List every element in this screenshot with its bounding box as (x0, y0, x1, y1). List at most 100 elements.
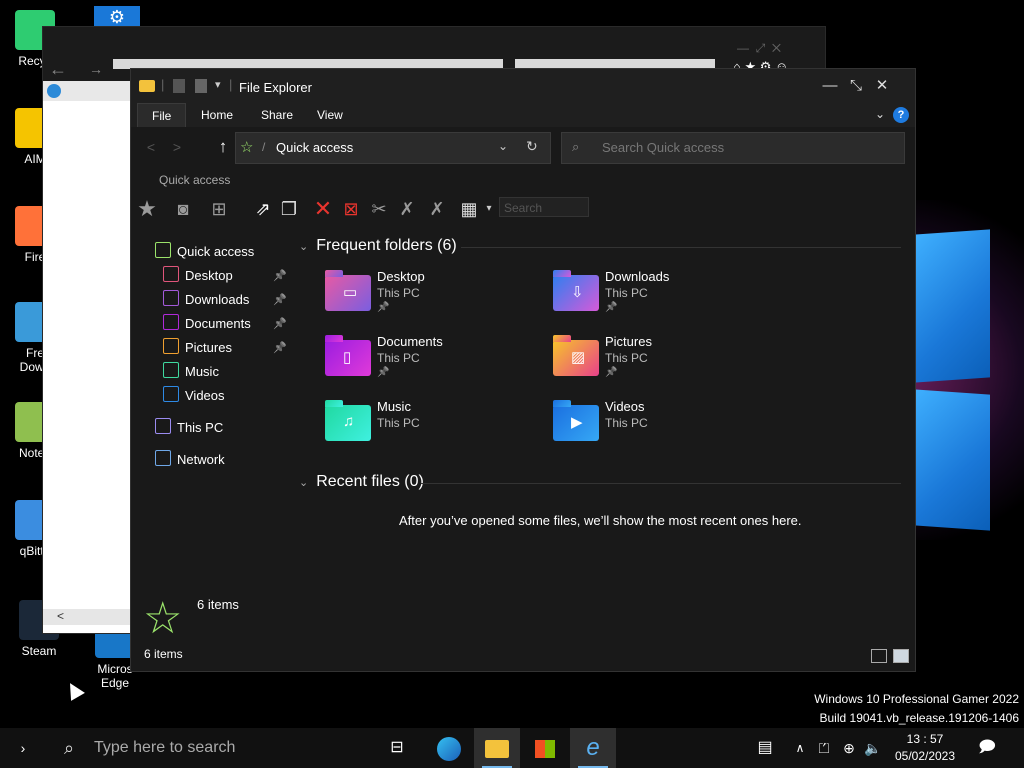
recent-files-header[interactable]: ⌄ Recent files (0) (299, 473, 424, 491)
nav-item-pictures[interactable]: Pictures (163, 337, 232, 359)
tab-file[interactable]: File (137, 103, 187, 128)
scroll-left-icon[interactable]: < (57, 609, 64, 623)
taskbar-ie-button[interactable]: e (570, 728, 616, 768)
section-divider (461, 247, 901, 248)
folder-tile[interactable]: ▯ Documents This PC 📌 (325, 334, 555, 394)
folder-location: This PC (377, 286, 420, 300)
camera-icon[interactable]: ◙ (171, 197, 195, 221)
back-arrow-icon[interactable]: ← (49, 59, 67, 80)
videos-folder-icon: ▶ (553, 400, 599, 441)
notifications-icon[interactable]: 🗩 (970, 728, 1004, 768)
browser-page-content (43, 101, 131, 633)
volume-muted-icon[interactable]: 🔈 (862, 728, 884, 768)
pin-icon[interactable]: 📌 (273, 269, 287, 282)
pin-icon[interactable]: 📌 (273, 293, 287, 306)
new-folder-icon[interactable] (195, 79, 207, 93)
collapse-chevron-icon[interactable]: ⌄ (299, 477, 308, 489)
documents-folder-icon: ▯ (325, 335, 371, 376)
windows-flag-icon[interactable]: ⊞ (207, 197, 231, 221)
nav-item-downloads[interactable]: Downloads (163, 289, 249, 311)
title-bar[interactable]: | ▾ | File Explorer — ⤡ ✕ (131, 69, 915, 103)
favorite-star-icon[interactable]: ★ (135, 197, 159, 221)
close-button[interactable]: ✕ (871, 75, 893, 97)
task-view-icon[interactable]: ⊟ (374, 728, 420, 768)
empty-recent-message: After you’ve opened some files, we’ll sh… (399, 513, 802, 528)
windows-logo-pane (914, 229, 990, 383)
taskbar-search-box[interactable]: ⌕ Type here to search (48, 728, 368, 768)
search-icon: ⌕ (64, 738, 75, 758)
maximize-button[interactable]: ⤡ (845, 75, 867, 97)
browser-tab[interactable] (43, 81, 131, 101)
nav-item-this-pc[interactable]: This PC (155, 417, 223, 439)
nav-item-music[interactable]: Music (163, 361, 219, 383)
delete-icon[interactable]: ✕ (311, 197, 335, 221)
meet-now-icon[interactable]: ⏍ (814, 728, 834, 768)
search-input[interactable]: ⌕ Search Quick access (561, 132, 905, 164)
view-dropdown-icon[interactable]: ▾ (477, 197, 501, 221)
news-widget-icon[interactable]: ▤ (748, 728, 782, 768)
nav-item-label: Network (177, 452, 225, 467)
folder-tile[interactable]: ▶ Videos This PC (553, 399, 783, 459)
tab-view[interactable]: View (303, 103, 357, 127)
network-icon (155, 450, 171, 466)
folder-tile[interactable]: ▭ Desktop This PC 📌 (325, 269, 555, 329)
toolbar-search-input[interactable]: Search (499, 197, 589, 217)
tab-home[interactable]: Home (187, 103, 247, 127)
start-chevron-icon[interactable]: › (0, 728, 46, 768)
address-bar[interactable]: ☆ / Quick access ⌄ ↻ (235, 132, 551, 164)
collapse-chevron-icon[interactable]: ⌄ (299, 241, 308, 253)
copy-to-icon[interactable]: ❐ (277, 197, 301, 221)
address-row: < > ↑ ☆ / Quick access ⌄ ↻ ⌕ Search Quic… (131, 127, 915, 169)
folder-tile[interactable]: ▨ Pictures This PC 📌 (553, 334, 783, 394)
back-button[interactable]: < (139, 135, 163, 159)
network-globe-icon[interactable]: ⊕ (838, 728, 860, 768)
forward-button[interactable]: > (165, 135, 189, 159)
properties-icon[interactable] (173, 79, 185, 93)
file-explorer-window[interactable]: | ▾ | File Explorer — ⤡ ✕ File Home Shar… (130, 68, 916, 672)
forward-arrow-icon[interactable]: → (89, 61, 103, 77)
rename-icon[interactable]: ✗ (395, 197, 419, 221)
ribbon-expand-icon[interactable]: ⌄ (875, 107, 885, 121)
minimize-button[interactable]: — (819, 75, 841, 97)
refresh-icon[interactable]: ↻ (526, 138, 538, 155)
pictures-folder-icon: ▨ (553, 335, 599, 376)
nav-item-label: Documents (185, 316, 251, 331)
folder-tile[interactable]: ⇩ Downloads This PC 📌 (553, 269, 783, 329)
large-icons-view-icon[interactable] (893, 649, 909, 663)
cut-icon[interactable]: ✂ (367, 197, 391, 221)
nav-item-videos[interactable]: Videos (163, 385, 225, 407)
pin-icon[interactable]: 📌 (273, 317, 287, 330)
nav-item-documents[interactable]: Documents (163, 313, 251, 335)
folder-name: Pictures (605, 334, 652, 349)
breadcrumb[interactable]: Quick access (276, 140, 353, 155)
show-hidden-icons-icon[interactable]: ∧ (790, 728, 810, 768)
folder-location: This PC (377, 416, 420, 430)
qat-dropdown-icon[interactable]: ▾ (215, 78, 221, 91)
star-icon (155, 242, 171, 258)
up-button[interactable]: ↑ (211, 135, 235, 159)
move-to-icon[interactable]: ⇗ (251, 197, 275, 221)
nav-item-network[interactable]: Network (155, 449, 225, 471)
folder-tile[interactable]: ♫ Music This PC (325, 399, 555, 459)
taskbar-explorer-button[interactable] (474, 728, 520, 768)
quick-access-toolbar: Quick access ★ ◙ ⊞ ⇗ ❐ ✕ ⊠ ✂ ✗ ✗ ▦ ▾ Sea… (131, 169, 915, 227)
settings-gear-icon[interactable]: ⚙ (94, 6, 140, 28)
delete-permanently-icon[interactable]: ⊠ (339, 197, 363, 221)
tab-share[interactable]: Share (247, 103, 307, 127)
details-item-count: 6 items (197, 597, 239, 612)
pin-icon[interactable]: 📌 (273, 341, 287, 354)
address-dropdown-icon[interactable]: ⌄ (498, 139, 508, 153)
browser-window-controls[interactable]: — ⤢ ✕ (737, 41, 781, 56)
frequent-folders-header[interactable]: ⌄ Frequent folders (6) (299, 237, 457, 255)
taskbar-edge-button[interactable] (426, 728, 472, 768)
details-view-icon[interactable] (871, 649, 887, 663)
clock[interactable]: 13 : 57 05/02/2023 (888, 731, 962, 765)
nav-item-quick-access[interactable]: Quick access (155, 241, 254, 263)
taskbar-store-button[interactable] (522, 728, 568, 768)
help-icon[interactable]: ? (893, 107, 909, 123)
nav-item-label: Music (185, 364, 219, 379)
edit-icon[interactable]: ✗ (425, 197, 449, 221)
pin-icon: 📌 (377, 302, 390, 313)
nav-item-desktop[interactable]: Desktop (163, 265, 233, 287)
horizontal-scrollbar[interactable]: < (43, 609, 131, 625)
